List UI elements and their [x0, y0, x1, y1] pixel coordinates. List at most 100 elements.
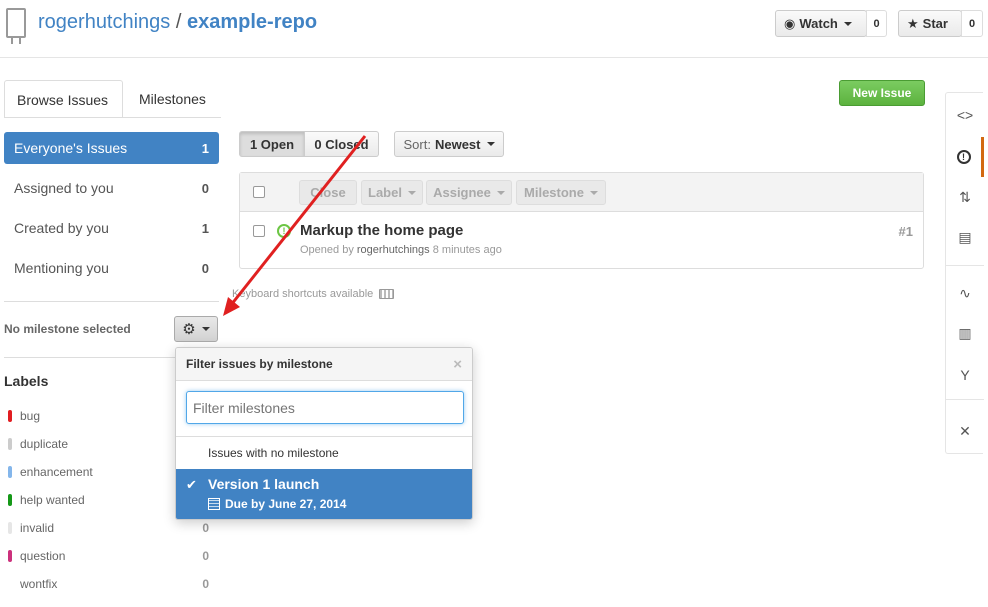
pull-request-icon[interactable]: ⇅ [946, 177, 984, 217]
issue-checkbox[interactable] [253, 225, 265, 237]
new-issue-button[interactable]: New Issue [839, 80, 925, 106]
label-name: bug [20, 409, 41, 423]
label-name: invalid [20, 521, 55, 535]
milestone-option-selected[interactable]: ✔ Version 1 launch Due by June 27, 2014 [176, 469, 472, 519]
issues-table: Close Label Assignee Milestone ! Markup … [239, 172, 924, 269]
label-color-swatch [8, 578, 12, 590]
sort-value: Newest [434, 136, 481, 152]
issues-icon[interactable]: ! [946, 137, 984, 177]
label-item[interactable]: wontfix 0 [8, 574, 209, 594]
filter-created-by-you[interactable]: Created by you 1 [4, 212, 219, 244]
assignee-menu-label: Assignee [433, 185, 491, 200]
filter-mentioning-you[interactable]: Mentioning you 0 [4, 252, 219, 284]
filter-label: Assigned to you [14, 180, 114, 196]
filter-assigned-to-you[interactable]: Assigned to you 0 [4, 172, 219, 204]
filter-everyones-issues[interactable]: Everyone's Issues 1 [4, 132, 219, 164]
milestone-popup-title: Filter issues by milestone [186, 357, 333, 371]
milestone-menu-button[interactable]: Milestone [516, 180, 606, 205]
tab-milestones[interactable]: Milestones [127, 80, 218, 118]
milestone-gear-button[interactable]: ⚙ [174, 316, 218, 342]
repo-header: rogerhutchings / example-repo ◉ Watch 0 … [0, 0, 988, 58]
chevron-down-icon [589, 190, 598, 195]
milestone-option-none[interactable]: Issues with no milestone [176, 436, 472, 469]
issue-title[interactable]: Markup the home page [300, 222, 463, 239]
watch-count[interactable]: 0 [866, 10, 887, 37]
chevron-down-icon [496, 190, 505, 195]
code-icon[interactable]: <> [946, 95, 984, 135]
repo-title: rogerhutchings / example-repo [38, 11, 317, 34]
filter-count: 0 [201, 260, 209, 276]
milestone-popup-header: Filter issues by milestone [176, 348, 472, 381]
label-count: 0 [202, 577, 209, 591]
label-color-swatch [8, 466, 12, 478]
issues-icon-glyph: ! [956, 150, 971, 164]
label-name: enhancement [20, 465, 93, 479]
label-count: 0 [202, 549, 209, 563]
chevron-down-icon [486, 142, 495, 146]
filter-label: Mentioning you [14, 260, 109, 276]
close-icon[interactable]: × [453, 356, 462, 373]
label-color-swatch [8, 410, 12, 422]
settings-icon[interactable]: ✕ [946, 411, 984, 451]
label-name: question [20, 549, 66, 563]
repo-name-link[interactable]: example-repo [187, 11, 317, 33]
label-item[interactable]: question 0 [8, 546, 209, 566]
milestone-option-name: Version 1 launch [208, 476, 320, 492]
sidebar-divider [4, 301, 219, 302]
milestone-menu-label: Milestone [524, 185, 584, 200]
graphs-icon[interactable]: ▥ [946, 313, 984, 353]
labels-heading: Labels [4, 373, 49, 389]
network-icon[interactable]: Y [946, 355, 984, 395]
watch-button[interactable]: ◉ Watch [775, 10, 867, 37]
wiki-icon[interactable]: ▤ [946, 217, 984, 257]
open-issues-toggle[interactable]: 1 Open [239, 131, 305, 157]
side-nav-divider [946, 265, 984, 266]
issues-table-header: Close Label Assignee Milestone [240, 173, 923, 212]
label-color-swatch [8, 494, 12, 506]
milestone-option-due: Due by June 27, 2014 [208, 497, 346, 511]
sort-button[interactable]: Sort: Newest [394, 131, 504, 157]
tab-browse-issues[interactable]: Browse Issues [4, 80, 123, 118]
star-button[interactable]: ★ Star [898, 10, 962, 37]
label-name: duplicate [20, 437, 69, 451]
watch-label: Watch [799, 16, 838, 31]
milestone-due-text: Due by June 27, 2014 [225, 497, 347, 511]
closed-issues-toggle[interactable]: 0 Closed [305, 131, 379, 157]
issue-opened-icon: ! [277, 224, 291, 238]
label-name: wontfix [20, 577, 58, 591]
calendar-icon [208, 498, 220, 510]
issue-author-link[interactable]: rogerhutchings [357, 244, 430, 256]
repo-owner-link[interactable]: rogerhutchings [38, 11, 170, 33]
filter-label: Everyone's Issues [14, 140, 128, 156]
gear-icon: ⚙ [182, 321, 196, 338]
filter-label: Created by you [14, 220, 109, 236]
filter-count: 1 [201, 140, 209, 156]
check-icon: ✔ [186, 477, 197, 492]
star-label: Star [922, 16, 948, 31]
chevron-down-icon [201, 327, 210, 331]
chevron-down-icon [407, 190, 416, 195]
keyboard-hint-text: Keyboard shortcuts available [232, 288, 374, 300]
issue-meta: Opened by rogerhutchings 8 minutes ago [300, 244, 502, 256]
keyboard-shortcuts-hint[interactable]: Keyboard shortcuts available [232, 288, 395, 300]
label-item[interactable]: invalid 0 [8, 518, 209, 538]
repo-icon [6, 8, 26, 44]
issue-opened-by: Opened by [300, 244, 354, 256]
pulse-icon[interactable]: ∿ [946, 273, 984, 313]
issue-time: 8 minutes ago [432, 244, 502, 256]
issues-tabs: Browse Issues Milestones [4, 80, 221, 118]
milestone-filter-input[interactable] [186, 391, 464, 424]
star-count[interactable]: 0 [961, 10, 983, 37]
label-menu-button[interactable]: Label [361, 180, 423, 205]
label-color-swatch [8, 550, 12, 562]
select-all-checkbox[interactable] [253, 186, 265, 198]
star-icon: ★ [907, 15, 919, 31]
repo-separator: / [175, 11, 182, 33]
close-issues-button[interactable]: Close [299, 180, 357, 205]
repo-side-nav: <> ! ⇅ ▤ ∿ ▥ Y ✕ [945, 92, 984, 454]
label-menu-label: Label [368, 185, 402, 200]
label-count: 0 [202, 521, 209, 535]
assignee-menu-button[interactable]: Assignee [426, 180, 512, 205]
issue-row[interactable]: ! Markup the home page Opened by rogerhu… [240, 213, 923, 269]
filter-count: 1 [201, 220, 209, 236]
